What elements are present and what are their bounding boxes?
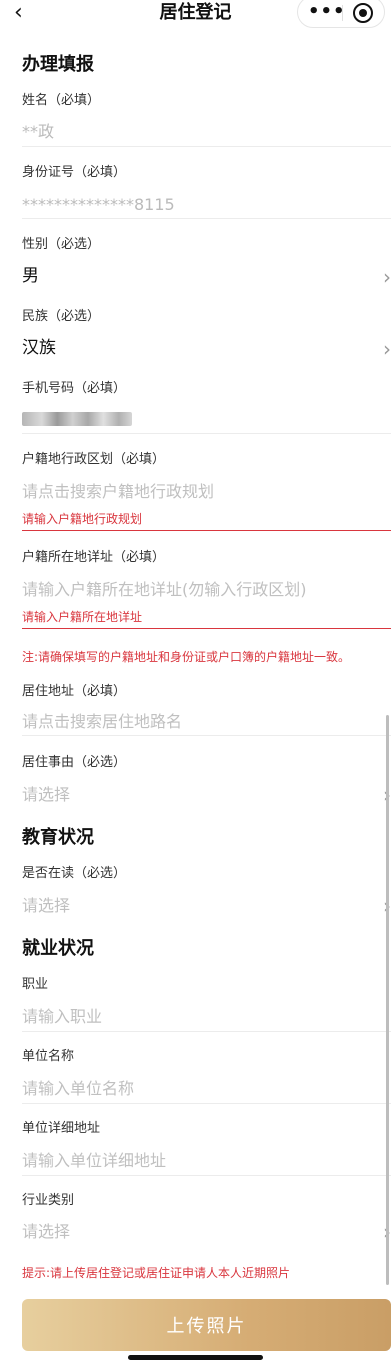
huji-region-error: 请输入户籍地行政规划 — [22, 512, 143, 526]
scrollbar[interactable] — [386, 715, 389, 1285]
occupation-label: 职业 — [22, 977, 49, 992]
employer-input[interactable]: 请输入单位名称 — [22, 1079, 134, 1099]
section-title-employment: 就业状况 — [22, 938, 94, 959]
industry-select[interactable]: 请选择 — [22, 1222, 70, 1242]
in-school-label: 是否在读（必选） — [22, 866, 127, 881]
employer-address-label: 单位详细地址 — [22, 1121, 101, 1136]
employer-address-input[interactable]: 请输入单位详细地址 — [22, 1151, 166, 1171]
photo-tip: 提示:请上传居住登记或居住证申请人本人近期照片 — [22, 1266, 291, 1280]
huji-region-input[interactable]: 请点击搜索户籍地行政规划 — [22, 482, 214, 502]
employer-label: 单位名称 — [22, 1049, 75, 1064]
id-number-input[interactable]: **************8115 — [22, 195, 175, 215]
ethnicity-select[interactable]: 汉族 — [22, 338, 56, 358]
residence-address-input[interactable]: 请点击搜索居住地路名 — [22, 712, 182, 732]
phone-label: 手机号码（必填） — [22, 381, 127, 396]
divider — [22, 735, 391, 736]
huji-region-label: 户籍地行政区划（必填） — [22, 452, 166, 467]
upload-photo-button[interactable]: 上传照片 — [22, 1299, 391, 1351]
chevron-right-icon[interactable]: › — [383, 267, 391, 287]
nav-bar: ‹ 居住登记 ••• — [0, 0, 391, 30]
divider — [22, 146, 391, 147]
industry-label: 行业类别 — [22, 1193, 75, 1208]
address-note: 注:请确保填写的户籍地址和身份证或户口簿的户籍地址一致。 — [22, 650, 351, 664]
phone-input-blurred[interactable] — [22, 412, 132, 426]
occupation-input[interactable]: 请输入职业 — [22, 1007, 102, 1027]
name-label: 姓名（必填） — [22, 93, 101, 108]
error-divider — [22, 628, 391, 629]
huji-address-input[interactable]: 请输入户籍所在地详址(勿输入行政区划) — [22, 580, 307, 600]
divider — [22, 1031, 391, 1032]
capsule-divider — [342, 5, 343, 21]
close-mini-program-icon[interactable] — [353, 3, 373, 23]
error-divider — [22, 530, 391, 531]
name-input[interactable]: **政 — [22, 122, 54, 142]
divider — [22, 433, 391, 434]
gender-select[interactable]: 男 — [22, 266, 39, 286]
divider — [22, 1175, 391, 1176]
huji-address-label: 户籍所在地详址（必填） — [22, 550, 166, 565]
chevron-right-icon[interactable]: › — [383, 339, 391, 359]
section-title-education: 教育状况 — [22, 827, 94, 848]
residence-reason-select[interactable]: 请选择 — [22, 785, 70, 805]
residence-address-label: 居住地址（必填） — [22, 684, 127, 699]
id-number-label: 身份证号（必填） — [22, 165, 127, 180]
residence-reason-label: 居住事由（必选） — [22, 755, 127, 770]
more-icon[interactable]: ••• — [308, 1, 346, 22]
huji-address-error: 请输入户籍所在地详址 — [22, 610, 143, 624]
ethnicity-label: 民族（必选） — [22, 309, 101, 324]
divider — [22, 218, 391, 219]
home-indicator[interactable] — [128, 1355, 263, 1360]
divider — [22, 1103, 391, 1104]
in-school-select[interactable]: 请选择 — [22, 896, 70, 916]
section-title-apply: 办理填报 — [22, 54, 94, 75]
mini-program-capsule: ••• — [297, 0, 385, 28]
gender-label: 性别（必选） — [22, 237, 101, 252]
